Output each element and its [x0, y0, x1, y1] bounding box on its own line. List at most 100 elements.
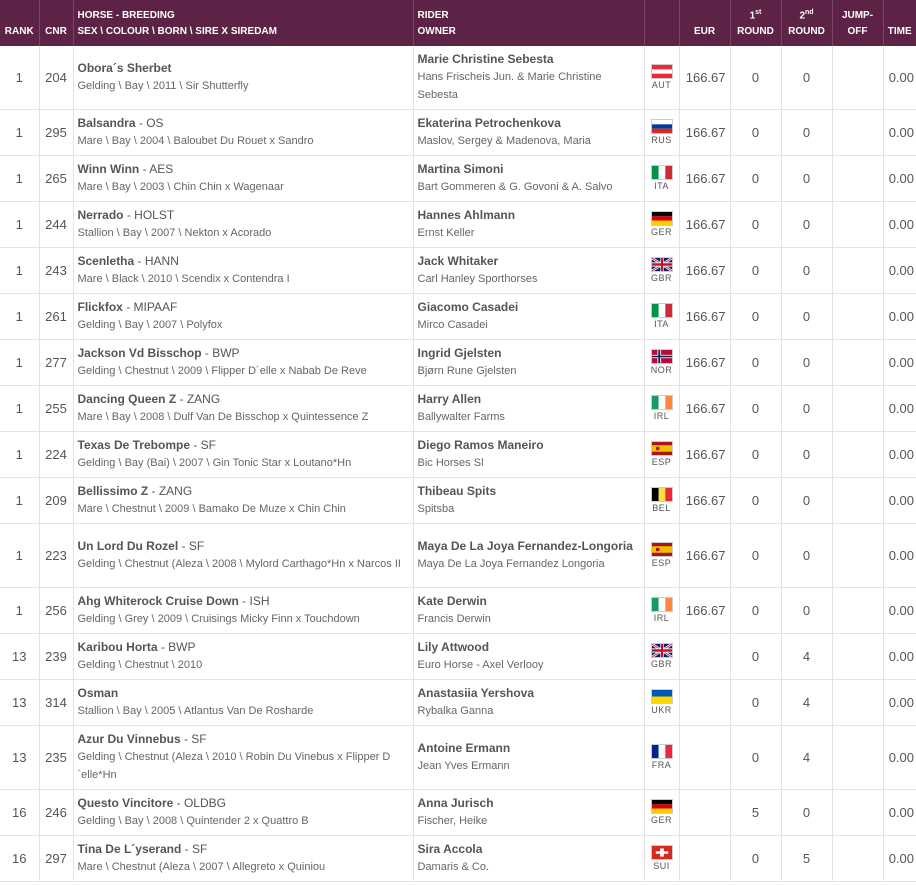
- rider-cell[interactable]: Antoine Ermann Jean Yves Ermann: [413, 725, 645, 790]
- horse-name[interactable]: Texas De Trebompe: [78, 438, 191, 452]
- table-row[interactable]: 16 297 Tina De L´yserand - SF Mare \ Chestn…: [0, 835, 916, 882]
- table-row[interactable]: 1 244 Nerrado - HOLST Stallion \ Bay \ 2007…: [0, 201, 916, 248]
- horse-cell[interactable]: Dancing Queen Z - ZANG Mare \ Bay \ 2008 …: [73, 385, 414, 432]
- horse-cell[interactable]: Balsandra - OS Mare \ Bay \ 2004 \ Baloub…: [73, 109, 414, 156]
- horse-name[interactable]: Nerrado: [78, 208, 124, 222]
- rider-name[interactable]: Thibeau Spits: [418, 482, 640, 500]
- rider-cell[interactable]: Hannes Ahlmann Ernst Keller: [413, 201, 645, 248]
- horse-cell[interactable]: Jackson Vd Bisschop - BWP Gelding \ Chest…: [73, 339, 414, 386]
- rank-cell: 1: [0, 155, 40, 202]
- rider-name[interactable]: Lily Attwood: [418, 638, 640, 656]
- table-row[interactable]: 1 277 Jackson Vd Bisschop - BWP Gelding \ C…: [0, 339, 916, 386]
- rider-cell[interactable]: Harry Allen Ballywalter Farms: [413, 385, 645, 432]
- header-round1[interactable]: 1st ROUND: [730, 0, 782, 46]
- horse-cell[interactable]: Winn Winn - AES Mare \ Bay \ 2003 \ Chin …: [73, 155, 414, 202]
- rider-name[interactable]: Jack Whitaker: [418, 252, 640, 270]
- table-row[interactable]: 1 265 Winn Winn - AES Mare \ Bay \ 2003 \ C…: [0, 155, 916, 202]
- horse-cell[interactable]: Texas De Trebompe - SF Gelding \ Bay (Bai…: [73, 431, 414, 478]
- horse-name-line: Scenletha - HANN: [78, 252, 409, 270]
- horse-cell[interactable]: Osman Stallion \ Bay \ 2005 \ Atlantus Va…: [73, 679, 414, 726]
- horse-name[interactable]: Ahg Whiterock Cruise Down: [78, 594, 239, 608]
- horse-name[interactable]: Azur Du Vinnebus: [78, 732, 181, 746]
- table-row[interactable]: 16 246 Questo Vincitore - OLDBG Gelding \ B…: [0, 789, 916, 836]
- header-rank[interactable]: RANK: [0, 0, 40, 46]
- rider-name[interactable]: Kate Derwin: [418, 592, 640, 610]
- horse-name[interactable]: Un Lord Du Rozel: [78, 539, 179, 553]
- rider-cell[interactable]: Marie Christine Sebesta Hans Frischeis Ju…: [413, 46, 645, 110]
- rider-name[interactable]: Diego Ramos Maneiro: [418, 436, 640, 454]
- rider-cell[interactable]: Kate Derwin Francis Derwin: [413, 587, 645, 634]
- horse-cell[interactable]: Ahg Whiterock Cruise Down - ISH Gelding \…: [73, 587, 414, 634]
- esp-flag-icon: [650, 441, 673, 456]
- horse-cell[interactable]: Flickfox - MIPAAF Gelding \ Bay \ 2007 \ …: [73, 293, 414, 340]
- horse-name[interactable]: Questo Vincitore: [78, 796, 174, 810]
- rider-name[interactable]: Ekaterina Petrochenkova: [418, 114, 640, 132]
- table-row[interactable]: 13 239 Karibou Horta - BWP Gelding \ Chestn…: [0, 633, 916, 680]
- table-row[interactable]: 1 223 Un Lord Du Rozel - SF Gelding \ Chest…: [0, 523, 916, 588]
- rider-name[interactable]: Ingrid Gjelsten: [418, 344, 640, 362]
- horse-cell[interactable]: Questo Vincitore - OLDBG Gelding \ Bay \ …: [73, 789, 414, 836]
- rider-cell[interactable]: Giacomo Casadei Mirco Casadei: [413, 293, 645, 340]
- prize-money-cell: 166.67: [679, 247, 731, 294]
- horse-name[interactable]: Karibou Horta: [78, 640, 158, 654]
- rider-name[interactable]: Sira Accola: [418, 840, 640, 858]
- rider-name[interactable]: Marie Christine Sebesta: [418, 50, 640, 68]
- horse-name[interactable]: Flickfox: [78, 300, 123, 314]
- horse-name[interactable]: Osman: [78, 686, 119, 700]
- header-jumpoff[interactable]: JUMP- OFF: [832, 0, 884, 46]
- horse-cell[interactable]: Obora´s Sherbet Gelding \ Bay \ 2011 \ Si…: [73, 46, 414, 110]
- rider-cell[interactable]: Jack Whitaker Carl Hanley Sporthorses: [413, 247, 645, 294]
- rider-cell[interactable]: Ingrid Gjelsten Bjørn Rune Gjelsten: [413, 339, 645, 386]
- rider-name[interactable]: Anastasiia Yershova: [418, 684, 640, 702]
- header-time[interactable]: TIME: [883, 0, 916, 46]
- rider-cell[interactable]: Sira Accola Damaris & Co.: [413, 835, 645, 882]
- horse-name[interactable]: Scenletha: [78, 254, 135, 268]
- rider-name[interactable]: Anna Jurisch: [418, 794, 640, 812]
- table-row[interactable]: 1 261 Flickfox - MIPAAF Gelding \ Bay \ 200…: [0, 293, 916, 340]
- rider-cell[interactable]: Anna Jurisch Fischer, Heike: [413, 789, 645, 836]
- horse-cell[interactable]: Nerrado - HOLST Stallion \ Bay \ 2007 \ N…: [73, 201, 414, 248]
- rider-cell[interactable]: Thibeau Spits Spitsba: [413, 477, 645, 524]
- horse-name[interactable]: Tina De L´yserand: [78, 842, 182, 856]
- header-horse[interactable]: HORSE - BREEDING SEX \ COLOUR \ BORN \ S…: [73, 0, 414, 46]
- rider-name[interactable]: Giacomo Casadei: [418, 298, 640, 316]
- header-cnr[interactable]: CNR: [39, 0, 74, 46]
- rider-cell[interactable]: Ekaterina Petrochenkova Maslov, Sergey & …: [413, 109, 645, 156]
- horse-name[interactable]: Balsandra: [78, 116, 136, 130]
- horse-cell[interactable]: Scenletha - HANN Mare \ Black \ 2010 \ Sc…: [73, 247, 414, 294]
- round2-faults-cell: 4: [781, 679, 833, 726]
- horse-name[interactable]: Obora´s Sherbet: [78, 61, 172, 75]
- horse-cell[interactable]: Karibou Horta - BWP Gelding \ Chestnut \ …: [73, 633, 414, 680]
- horse-cell[interactable]: Azur Du Vinnebus - SF Gelding \ Chestnut …: [73, 725, 414, 790]
- rider-cell[interactable]: Lily Attwood Euro Horse - Axel Verlooy: [413, 633, 645, 680]
- horse-name[interactable]: Jackson Vd Bisschop: [78, 346, 202, 360]
- table-row[interactable]: 1 256 Ahg Whiterock Cruise Down - ISH Geldi…: [0, 587, 916, 634]
- rider-name[interactable]: Antoine Ermann: [418, 739, 640, 757]
- rider-cell[interactable]: Maya De La Joya Fernandez-Longoria Maya D…: [413, 523, 645, 588]
- table-row[interactable]: 1 295 Balsandra - OS Mare \ Bay \ 2004 \ Ba…: [0, 109, 916, 156]
- horse-name[interactable]: Bellissimo Z: [78, 484, 149, 498]
- table-row[interactable]: 1 204 Obora´s Sherbet Gelding \ Bay \ 2011 …: [0, 46, 916, 110]
- table-row[interactable]: 1 209 Bellissimo Z - ZANG Mare \ Chestnut \…: [0, 477, 916, 524]
- horse-name[interactable]: Dancing Queen Z: [78, 392, 177, 406]
- table-row[interactable]: 1 243 Scenletha - HANN Mare \ Black \ 2010 …: [0, 247, 916, 294]
- horse-cell[interactable]: Un Lord Du Rozel - SF Gelding \ Chestnut …: [73, 523, 414, 588]
- rider-name[interactable]: Maya De La Joya Fernandez-Longoria: [418, 537, 640, 555]
- header-round2[interactable]: 2nd ROUND: [781, 0, 833, 46]
- rider-name[interactable]: Martina Simoni: [418, 160, 640, 178]
- horse-name[interactable]: Winn Winn: [78, 162, 140, 176]
- rider-cell[interactable]: Diego Ramos Maneiro Bic Horses Sl: [413, 431, 645, 478]
- horse-details: Gelding \ Bay \ 2007 \ Polyfox: [77, 319, 223, 331]
- rider-cell[interactable]: Martina Simoni Bart Gommeren & G. Govoni …: [413, 155, 645, 202]
- table-row[interactable]: 13 314 Osman Stallion \ Bay \ 2005 \ Atlant…: [0, 679, 916, 726]
- header-eur[interactable]: EUR: [679, 0, 731, 46]
- horse-cell[interactable]: Tina De L´yserand - SF Mare \ Chestnut (A…: [73, 835, 414, 882]
- rider-name[interactable]: Harry Allen: [418, 390, 640, 408]
- rider-name[interactable]: Hannes Ahlmann: [418, 206, 640, 224]
- table-row[interactable]: 1 255 Dancing Queen Z - ZANG Mare \ Bay \ 2…: [0, 385, 916, 432]
- horse-cell[interactable]: Bellissimo Z - ZANG Mare \ Chestnut \ 200…: [73, 477, 414, 524]
- rider-cell[interactable]: Anastasiia Yershova Rybalka Ganna: [413, 679, 645, 726]
- table-row[interactable]: 13 235 Azur Du Vinnebus - SF Gelding \ Ches…: [0, 725, 916, 790]
- table-row[interactable]: 1 224 Texas De Trebompe - SF Gelding \ Bay …: [0, 431, 916, 478]
- header-rider[interactable]: RIDER OWNER: [413, 0, 645, 46]
